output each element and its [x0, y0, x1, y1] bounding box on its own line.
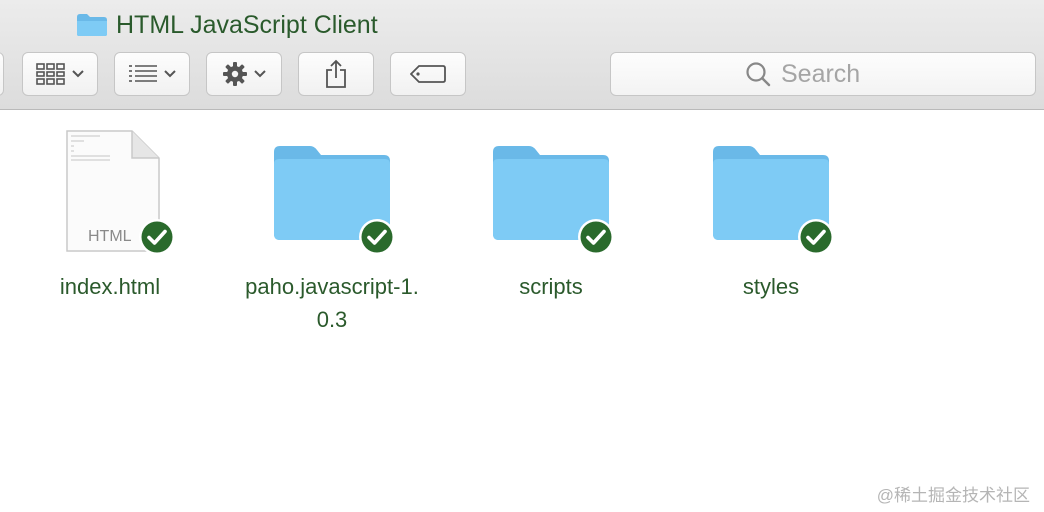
chevron-down-icon	[72, 70, 84, 78]
icon-grid-view-icon	[36, 63, 65, 85]
folder-name: scripts	[519, 274, 583, 299]
gear-icon	[223, 62, 247, 86]
folder-item-paho-javascript[interactable]: paho.javascript-1. 0.3	[222, 128, 442, 336]
chevron-down-icon	[254, 70, 266, 78]
share-button[interactable]	[298, 52, 374, 96]
file-name: index.html	[59, 274, 161, 299]
watermark: @稀土掘金技术社区	[876, 486, 1030, 505]
search-icon	[746, 62, 771, 87]
sync-check-badge-icon	[578, 219, 614, 255]
file-item-index-html[interactable]: HTML index.html	[0, 128, 220, 303]
window-title: HTML JavaScript Client	[116, 10, 378, 39]
chevron-down-icon	[164, 70, 176, 78]
window-title-bar: HTML JavaScript Client	[76, 8, 378, 42]
folder-icon-wrap	[222, 128, 442, 258]
sync-check-badge-icon	[798, 219, 834, 255]
folder-icon-wrap	[441, 128, 661, 258]
tags-button[interactable]	[390, 52, 466, 96]
folder-item-styles[interactable]: styles	[661, 128, 881, 303]
search-field[interactable]	[610, 52, 1036, 96]
sync-check-badge-icon	[359, 219, 395, 255]
folder-name: paho.javascript-1. 0.3	[222, 270, 442, 336]
finder-window: HTML JavaScript Client Search HTML index…	[0, 0, 1044, 512]
folder-name-line-2: 0.3	[316, 307, 348, 332]
folder-icon-wrap	[661, 128, 881, 258]
file-icon-wrap: HTML	[0, 128, 220, 258]
list-arrange-icon	[129, 65, 157, 82]
tag-icon	[410, 65, 446, 83]
arrange-button[interactable]	[114, 52, 190, 96]
html-file-label: HTML	[88, 228, 132, 245]
action-button[interactable]	[206, 52, 282, 96]
toolbar: HTML JavaScript Client	[0, 0, 1044, 110]
search-input[interactable]	[781, 59, 901, 89]
back-forward-button[interactable]	[0, 52, 4, 96]
sync-check-badge-icon	[139, 219, 175, 255]
folder-name-line-1: paho.javascript-1.	[245, 274, 419, 299]
share-icon	[326, 59, 346, 88]
folder-name: styles	[742, 274, 800, 299]
folder-icon	[77, 14, 107, 36]
folder-item-scripts[interactable]: scripts	[441, 128, 661, 303]
view-mode-button[interactable]	[22, 52, 98, 96]
